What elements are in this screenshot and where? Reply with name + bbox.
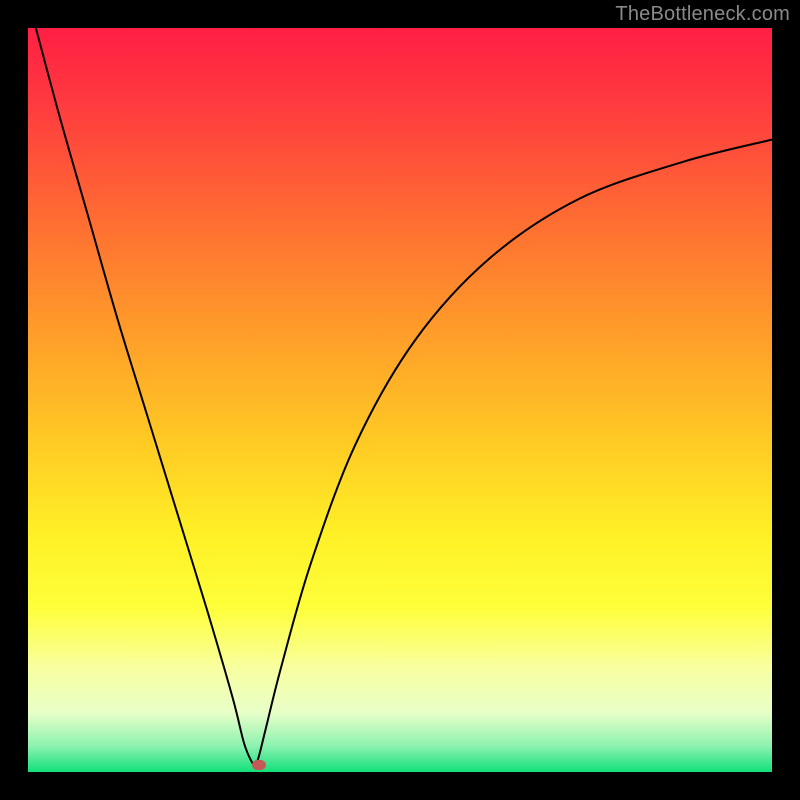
optimal-point-marker [252, 760, 266, 770]
chart-frame: TheBottleneck.com [0, 0, 800, 800]
plot-area [28, 28, 772, 772]
curve-layer [28, 28, 772, 772]
bottleneck-curve [28, 28, 772, 765]
watermark-text: TheBottleneck.com [615, 3, 790, 26]
